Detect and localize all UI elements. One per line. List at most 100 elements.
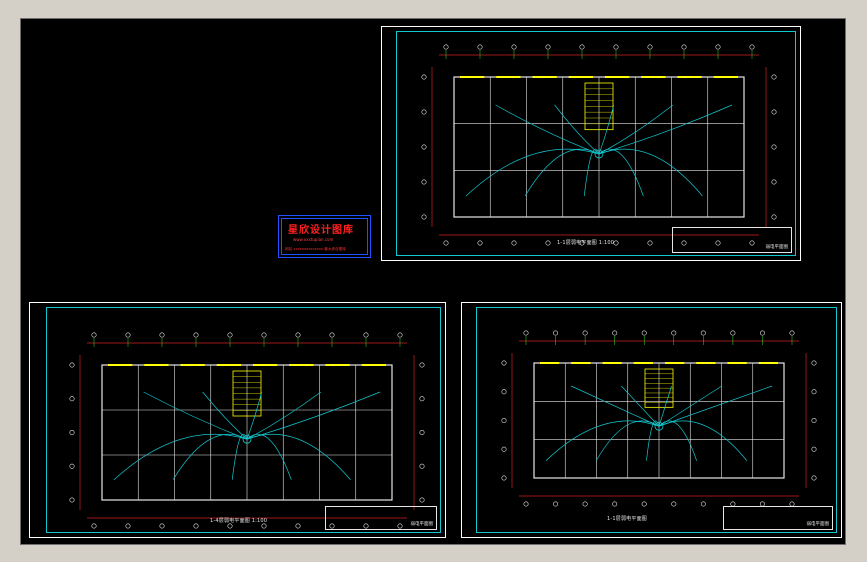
axis-bubble xyxy=(125,332,131,338)
title-block: 弱电平面图 xyxy=(325,506,437,530)
axis-bubble xyxy=(421,144,427,150)
wiring-run xyxy=(246,434,292,480)
wiring-run xyxy=(113,433,248,481)
axis-bubble xyxy=(295,332,301,338)
axis-bubble xyxy=(295,523,301,529)
axis-bubble xyxy=(613,240,619,246)
wiring-run xyxy=(658,385,773,427)
axis-bubble xyxy=(511,44,517,50)
axis-bubble xyxy=(582,330,588,336)
axis-bubble xyxy=(641,501,647,507)
axis-bubble xyxy=(421,214,427,220)
axis-bubble xyxy=(419,463,425,469)
axis-bubble xyxy=(419,497,425,503)
title-block-label: 弱电平面图 xyxy=(410,522,434,527)
axis-bubble xyxy=(477,44,483,50)
axis-bubble xyxy=(227,332,233,338)
axis-bubble xyxy=(363,332,369,338)
axis-bubble xyxy=(443,44,449,50)
axis-bubble xyxy=(612,330,618,336)
wiring-run xyxy=(598,148,644,197)
wiring-run xyxy=(598,104,733,155)
axis-bubble xyxy=(421,74,427,80)
drawing-sheet-bottom-left[interactable]: 1-4层弱电平面图 1:100 弱电平面图 xyxy=(29,302,446,538)
axis-bubble xyxy=(125,523,131,529)
wiring-run xyxy=(583,148,600,197)
axis-bubble xyxy=(749,44,755,50)
cad-viewport[interactable]: 1-1层弱电平面图 1:100 弱电平面图 1-4层弱电平面图 1:100 弱电… xyxy=(20,18,846,545)
axis-bubble xyxy=(789,330,795,336)
wiring-run xyxy=(143,391,248,440)
wiring-run xyxy=(246,433,351,480)
axis-bubble xyxy=(553,501,559,507)
stamp-title: 星欣设计图库 xyxy=(288,225,354,236)
axis-bubble xyxy=(227,523,233,529)
wiring-run xyxy=(545,420,660,462)
axis-bubble xyxy=(811,475,817,481)
wiring-run xyxy=(172,433,248,480)
axis-bubble xyxy=(523,501,529,507)
axis-bubble xyxy=(730,330,736,336)
axis-bubble xyxy=(771,214,777,220)
watermark-stamp: 星欣设计图库 www.xxxtupian.com 网站 xxxxxxxxxxxx… xyxy=(278,215,371,258)
axis-bubble xyxy=(771,179,777,185)
title-block-label: 弱电平面图 xyxy=(806,522,830,527)
axis-bubble xyxy=(501,389,507,395)
axis-bubble xyxy=(671,330,677,336)
axis-bubble xyxy=(671,501,677,507)
title-block: 弱电平面图 xyxy=(723,506,833,530)
axis-bubble xyxy=(69,396,75,402)
axis-bubble xyxy=(193,332,199,338)
sheet-title: 1-1层弱电平面图 1:100 xyxy=(557,240,615,246)
axis-bubble xyxy=(69,362,75,368)
axis-bubble xyxy=(613,44,619,50)
axis-bubble xyxy=(582,501,588,507)
axis-bubble xyxy=(700,501,706,507)
wiring-run xyxy=(658,385,672,427)
axis-bubble xyxy=(759,330,765,336)
wiring-run xyxy=(495,104,600,155)
axis-bubble xyxy=(700,330,706,336)
floor-plan-bottom-right xyxy=(501,330,817,507)
drawing-sheet-bottom-right[interactable]: 1-1层弱电平面图 弱电平面图 xyxy=(461,302,842,538)
drawing-sheet-top[interactable]: 1-1层弱电平面图 1:100 弱电平面图 xyxy=(381,26,801,261)
sheet-title: 1-1层弱电平面图 xyxy=(607,516,647,522)
axis-bubble xyxy=(501,475,507,481)
axis-bubble xyxy=(612,501,618,507)
axis-bubble xyxy=(91,523,97,529)
axis-bubble xyxy=(501,360,507,366)
wiring-run xyxy=(598,148,703,197)
axis-bubble xyxy=(69,497,75,503)
axis-bubble xyxy=(771,144,777,150)
axis-bubble xyxy=(419,430,425,436)
axis-bubble xyxy=(523,330,529,336)
axis-bubble xyxy=(159,523,165,529)
axis-bubble xyxy=(91,332,97,338)
axis-bubble xyxy=(553,330,559,336)
stamp-caption: 网站 xxxxxxxxxxxxxx 最大综合图库 xyxy=(285,247,346,251)
axis-bubble xyxy=(811,389,817,395)
axis-bubble xyxy=(715,44,721,50)
axis-bubble xyxy=(501,446,507,452)
wiring-run xyxy=(658,420,748,461)
axis-bubble xyxy=(193,523,199,529)
axis-bubble xyxy=(545,44,551,50)
wiring-run xyxy=(570,385,660,427)
floor-plan-bottom-left xyxy=(69,332,425,529)
axis-bubble xyxy=(421,109,427,115)
axis-bubble xyxy=(261,332,267,338)
axis-bubble xyxy=(419,362,425,368)
axis-bubble xyxy=(443,240,449,246)
axis-bubble xyxy=(681,44,687,50)
axis-bubble xyxy=(261,523,267,529)
wiring-run xyxy=(524,148,600,197)
axis-bubble xyxy=(69,463,75,469)
axis-bubble xyxy=(329,332,335,338)
axis-bubble xyxy=(579,44,585,50)
wiring-run xyxy=(465,148,600,197)
wiring-run xyxy=(621,385,660,427)
axis-bubble xyxy=(159,332,165,338)
title-block: 弱电平面图 xyxy=(672,227,792,253)
wiring-run xyxy=(658,420,697,461)
stamp-url: www.xxxtupian.com xyxy=(293,237,334,242)
